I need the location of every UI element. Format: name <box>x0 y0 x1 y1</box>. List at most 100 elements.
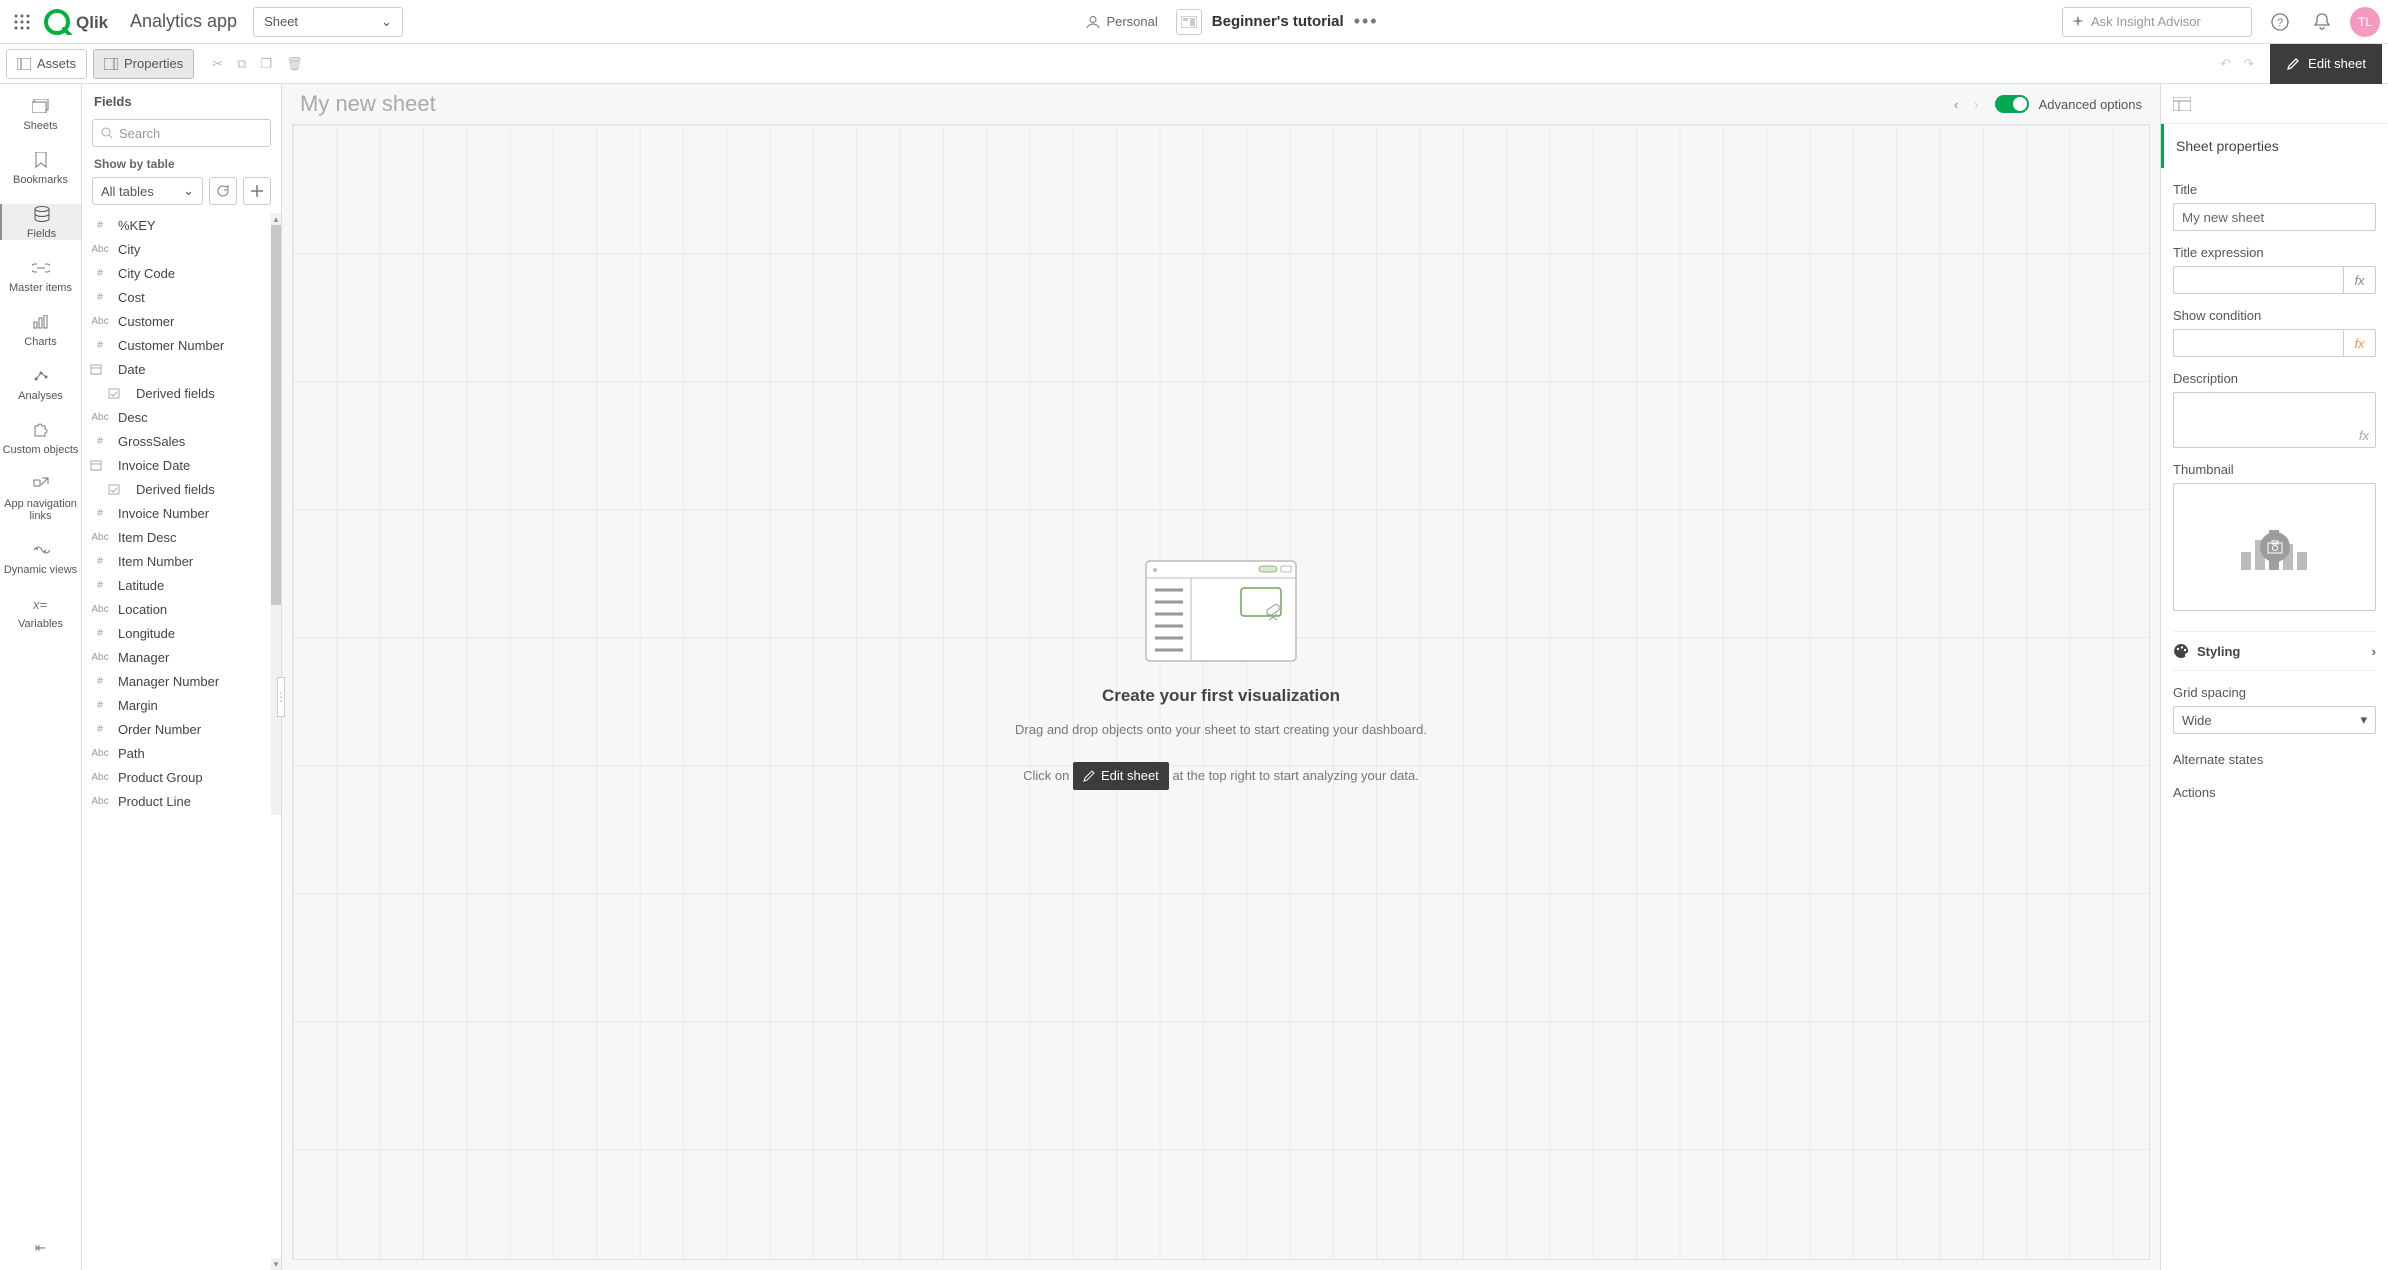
fields-search-input[interactable]: Search <box>92 119 271 147</box>
left-rail: Sheets Bookmarks Fields Master items Cha… <box>0 84 82 1270</box>
field-row[interactable]: AbcCity <box>82 237 281 261</box>
rail-fields[interactable]: Fields <box>0 204 81 240</box>
paste-icon[interactable]: ❐ <box>260 56 272 72</box>
undo-icon[interactable]: ↶ <box>2220 56 2231 72</box>
field-row[interactable]: AbcItem Desc <box>82 525 281 549</box>
sheet-dropdown[interactable]: Sheet ⌄ <box>253 7 403 37</box>
next-sheet-icon[interactable]: › <box>1974 97 1978 112</box>
rail-label: Variables <box>18 618 63 630</box>
field-row[interactable]: #Longitude <box>82 621 281 645</box>
fields-panel: Fields Search Show by table All tables ⌄… <box>82 84 282 1270</box>
field-row[interactable]: AbcDesc <box>82 405 281 429</box>
insight-advisor-input[interactable]: Ask Insight Advisor <box>2062 7 2252 37</box>
personal-space[interactable]: Personal <box>1086 14 1157 29</box>
field-name: Item Number <box>118 554 193 569</box>
advanced-options-toggle[interactable] <box>1995 95 2029 113</box>
rail-label: Dynamic views <box>4 564 77 576</box>
field-row[interactable]: Derived fields <box>82 381 281 405</box>
field-row[interactable]: AbcManager <box>82 645 281 669</box>
rail-sheets[interactable]: Sheets <box>0 96 81 132</box>
description-input[interactable]: fx <box>2173 392 2376 448</box>
redo-icon[interactable]: ↷ <box>2243 56 2254 72</box>
field-row[interactable]: #Margin <box>82 693 281 717</box>
field-row[interactable]: AbcLocation <box>82 597 281 621</box>
empty-suffix: at the top right to start analyzing your… <box>1172 767 1418 782</box>
field-row[interactable]: Derived fields <box>82 477 281 501</box>
prev-sheet-icon[interactable]: ‹ <box>1954 97 1958 112</box>
add-field-button[interactable] <box>243 177 271 205</box>
alternate-states-row[interactable]: Alternate states <box>2173 752 2376 767</box>
field-row[interactable]: #Item Number <box>82 549 281 573</box>
rail-bookmarks[interactable]: Bookmarks <box>0 150 81 186</box>
field-row[interactable]: #City Code <box>82 261 281 285</box>
rail-analyses[interactable]: Analyses <box>0 366 81 402</box>
rail-master-items[interactable]: Master items <box>0 258 81 294</box>
field-row[interactable]: Date <box>82 357 281 381</box>
field-row[interactable]: #Latitude <box>82 573 281 597</box>
field-row[interactable]: AbcProduct Group <box>82 765 281 789</box>
field-row[interactable]: Invoice Date <box>82 453 281 477</box>
styling-row[interactable]: Styling › <box>2173 631 2376 671</box>
inline-edit-label: Edit sheet <box>1101 766 1159 787</box>
field-row[interactable]: AbcCustomer <box>82 309 281 333</box>
thumbnail-box[interactable] <box>2173 483 2376 611</box>
scroll-up-arrow[interactable]: ▴ <box>271 213 281 225</box>
sheet-title[interactable]: My new sheet <box>300 91 1938 117</box>
chevron-down-icon: ⌄ <box>381 14 392 30</box>
title-input[interactable] <box>2173 203 2376 231</box>
field-name: Date <box>118 362 145 377</box>
scroll-down-arrow[interactable]: ▾ <box>271 1258 281 1270</box>
copy-icon[interactable]: ⧉ <box>237 56 246 72</box>
refresh-button[interactable] <box>209 177 237 205</box>
field-row[interactable]: #Cost <box>82 285 281 309</box>
field-row[interactable]: #Manager Number <box>82 669 281 693</box>
fx-button[interactable]: fx <box>2344 266 2376 294</box>
fx-icon[interactable]: fx <box>2359 428 2369 443</box>
field-name: Derived fields <box>136 482 215 497</box>
field-name: Product Group <box>118 770 203 785</box>
title-label: Title <box>2173 182 2376 197</box>
scroll-thumb[interactable] <box>271 225 281 605</box>
palette-icon <box>2173 643 2189 659</box>
rail-variables[interactable]: x= Variables <box>0 594 81 630</box>
app-launcher-icon[interactable] <box>8 8 36 36</box>
sheet-layout-icon[interactable] <box>2173 97 2191 111</box>
properties-button[interactable]: Properties <box>93 49 194 79</box>
rail-dynamic-views[interactable]: Dynamic views <box>0 540 81 576</box>
bell-icon[interactable] <box>2308 8 2336 36</box>
cut-icon[interactable]: ✂ <box>212 56 223 72</box>
fx-button-condition[interactable]: fx <box>2344 329 2376 357</box>
delete-icon[interactable]: 🗑 <box>286 56 303 72</box>
refresh-icon <box>216 184 230 198</box>
field-row[interactable]: #Customer Number <box>82 333 281 357</box>
rail-label: Master items <box>9 282 72 294</box>
rail-nav-links[interactable]: App navigation links <box>0 474 81 522</box>
actions-row[interactable]: Actions <box>2173 785 2376 800</box>
table-select[interactable]: All tables ⌄ <box>92 177 203 205</box>
app-thumb-icon[interactable] <box>1176 9 1202 35</box>
assets-button[interactable]: Assets <box>6 49 87 79</box>
field-row[interactable]: AbcProduct Line <box>82 789 281 813</box>
breadcrumb-text[interactable]: Beginner's tutorial <box>1212 13 1344 30</box>
breadcrumb-more-icon[interactable]: ••• <box>1354 11 1379 32</box>
sheet-canvas[interactable]: Create your first visualization Drag and… <box>292 124 2150 1260</box>
qlik-logo[interactable]: Qlik <box>44 9 114 35</box>
field-row[interactable]: #GrossSales <box>82 429 281 453</box>
rail-custom-objects[interactable]: Custom objects <box>0 420 81 456</box>
rail-charts[interactable]: Charts <box>0 312 81 348</box>
grid-spacing-select[interactable]: Wide ▾ <box>2173 706 2376 734</box>
field-row[interactable]: #Order Number <box>82 717 281 741</box>
panel-resize-handle[interactable]: ⋮ <box>277 677 285 717</box>
collapse-rail-icon[interactable]: ⇤ <box>35 1240 46 1256</box>
edit-sheet-button[interactable]: Edit sheet <box>2270 44 2382 84</box>
avatar[interactable]: TL <box>2350 7 2380 37</box>
change-thumbnail-icon[interactable] <box>2260 532 2290 562</box>
field-row[interactable]: AbcPath <box>82 741 281 765</box>
help-icon[interactable]: ? <box>2266 8 2294 36</box>
insight-placeholder: Ask Insight Advisor <box>2091 14 2201 29</box>
sheet-properties-header[interactable]: Sheet properties <box>2161 124 2388 168</box>
title-expression-input[interactable] <box>2173 266 2344 294</box>
field-row[interactable]: #%KEY <box>82 213 281 237</box>
field-row[interactable]: #Invoice Number <box>82 501 281 525</box>
show-condition-input[interactable] <box>2173 329 2344 357</box>
